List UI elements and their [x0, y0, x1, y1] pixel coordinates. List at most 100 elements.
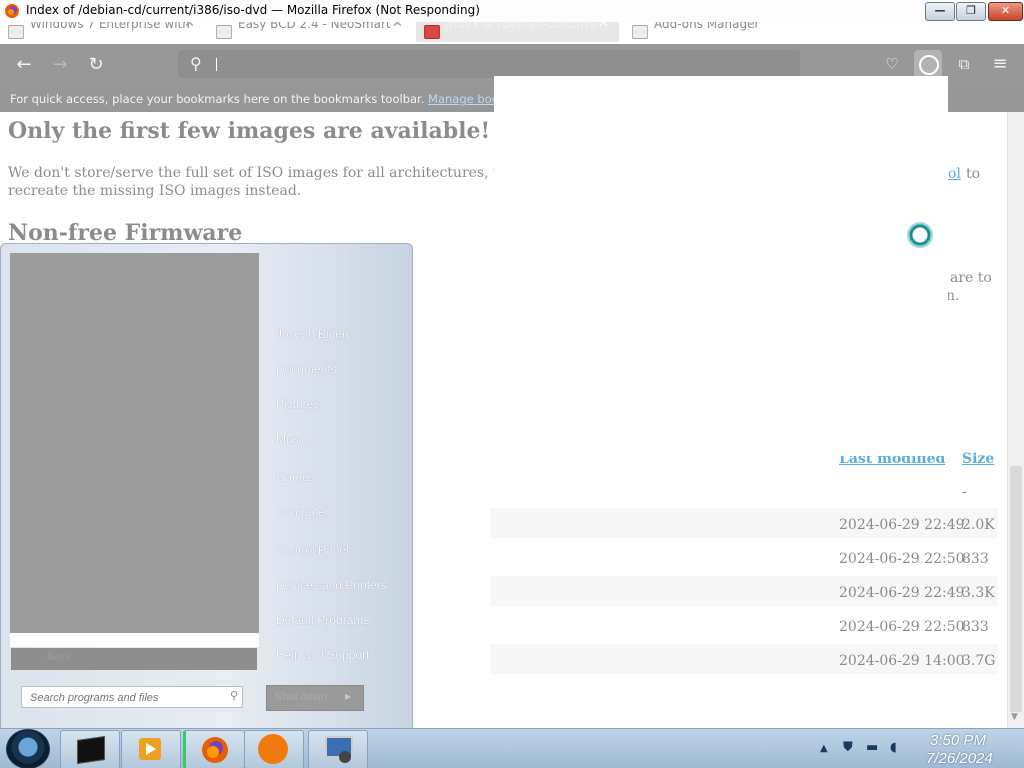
start-item-games[interactable]: Games [276, 470, 315, 484]
tab-easybcd[interactable]: Easy BCD 2.4 - NeoSmart ✕ [216, 22, 410, 42]
images-paragraph-line2: recreate the missing ISO images instead. [8, 183, 302, 199]
tab-close-icon[interactable]: ✕ [392, 22, 403, 31]
taskbar-app-avast[interactable] [244, 730, 304, 768]
row-size: 833 [962, 551, 989, 567]
scroll-down-icon[interactable]: ▼ [1011, 712, 1018, 722]
back-button[interactable]: ← [10, 52, 38, 78]
close-button[interactable]: ✕ [988, 2, 1023, 21]
tab-close-icon[interactable]: ✕ [184, 22, 195, 31]
reload-icon: ↻ [88, 54, 104, 75]
back-label: Back [47, 651, 72, 663]
shutdown-options-icon[interactable]: ▸ [345, 689, 351, 703]
minimize-button[interactable]: — [925, 2, 955, 21]
row-size: - [962, 484, 967, 500]
start-item-control-panel[interactable]: Control Panel [276, 543, 349, 557]
start-search-input[interactable] [28, 689, 222, 706]
tab-label: Easy BCD 2.4 - NeoSmart [238, 22, 391, 31]
pocket-icon: ♡ [885, 55, 899, 73]
taskbar-app-firefox[interactable] [183, 730, 245, 768]
tab-addons[interactable]: Add-ons Manager [632, 22, 832, 42]
tab-strip: Windows 7 Enterprise with ✕ Easy BCD 2.4… [0, 22, 1024, 44]
start-item-computer[interactable]: Computer [276, 505, 329, 519]
loading-overlay [494, 76, 948, 456]
start-item-music[interactable]: Music [276, 432, 307, 446]
page-icon [216, 25, 232, 39]
url-bar[interactable]: ⚲ [178, 50, 800, 78]
tab-windows7[interactable]: Windows 7 Enterprise with ✕ [8, 22, 208, 42]
shutdown-button[interactable]: Shut down ▸ [266, 685, 364, 711]
row-size: 833 [962, 619, 989, 635]
tab-close-icon[interactable]: ✕ [598, 22, 609, 31]
reload-button[interactable]: ↻ [82, 52, 110, 78]
taskbar-app-network[interactable] [308, 730, 368, 768]
maximize-icon: ❐ [966, 4, 976, 17]
start-item-default-programs[interactable]: Default Programs [276, 613, 369, 627]
start-menu-divider [10, 633, 259, 647]
tray-expand-icon[interactable]: ▲ [820, 743, 828, 754]
firefox-icon [202, 737, 228, 763]
close-icon: ✕ [1000, 4, 1011, 17]
tab-label: Index of /debian-cd/curre [446, 22, 597, 31]
puzzle-icon: ⧉ [958, 55, 970, 73]
taskbar-app-media[interactable] [121, 730, 181, 768]
start-item-pictures[interactable]: Pictures [276, 397, 319, 411]
row-size: 3.7G [962, 653, 996, 669]
start-item-documents[interactable]: Documents [276, 362, 337, 376]
row-date: 2024-06-29 22:50 [839, 619, 965, 635]
play-icon [146, 743, 156, 755]
window-title-bar[interactable]: Index of /debian-cd/current/i386/iso-dvd… [0, 0, 1024, 23]
volume-icon[interactable]: ◖ [890, 740, 897, 755]
menu-button[interactable]: ≡ [990, 54, 1010, 74]
row-date: 2024-06-29 22:49 [839, 585, 965, 601]
row-date: 2024-06-29 22:49 [839, 517, 965, 533]
bookmarks-hint: For quick access, place your bookmarks h… [10, 92, 425, 106]
shutdown-label: Shut down [275, 691, 327, 703]
row-size: 2.0K [962, 517, 995, 533]
minimize-icon: — [934, 4, 946, 17]
taskbar-app-cmd[interactable] [60, 730, 120, 768]
scrollbar-thumb[interactable] [1010, 466, 1022, 712]
debian-icon [424, 25, 440, 39]
sort-size-link[interactable]: Size [962, 451, 994, 467]
avast-icon [258, 734, 288, 764]
account-button[interactable] [914, 50, 942, 78]
firmware-paragraph-tail2: n. [946, 288, 960, 304]
forward-button[interactable]: → [46, 52, 74, 78]
start-item-help-support[interactable]: Help and Support [276, 648, 369, 662]
tab-label: Add-ons Manager [654, 22, 760, 31]
pocket-button[interactable]: ♡ [882, 54, 902, 74]
tab-label: Windows 7 Enterprise with [30, 22, 190, 31]
start-menu-programs-pane[interactable] [10, 253, 259, 633]
page-icon [8, 25, 24, 39]
network-icon[interactable]: ▬ [866, 740, 878, 755]
jigdo-tool-link[interactable]: ol [948, 166, 961, 182]
start-search-box[interactable]: ⚲ [21, 686, 243, 708]
back-arrow-icon: ← [16, 54, 32, 75]
firefox-icon [5, 4, 19, 18]
window-title: Index of /debian-cd/current/i386/iso-dvd… [26, 3, 480, 17]
search-icon: ⚲ [229, 689, 238, 702]
security-shield-icon[interactable]: ⛊ [843, 740, 853, 755]
puzzle-icon [632, 25, 648, 39]
cmd-icon [77, 736, 105, 764]
tab-debian-index[interactable]: Index of /debian-cd/curre ✕ [416, 22, 619, 42]
start-item-user[interactable]: Joseph Biden [276, 327, 349, 341]
forward-arrow-icon: → [52, 54, 68, 75]
row-date: 2024-06-29 22:50 [839, 551, 965, 567]
images-paragraph-tail: to [966, 166, 981, 182]
loading-circle-icon [919, 55, 939, 75]
maximize-button[interactable]: ❐ [956, 2, 986, 21]
search-icon: ⚲ [190, 54, 202, 73]
start-button[interactable] [6, 729, 50, 768]
row-date: 2024-06-29 14:00 [839, 653, 965, 669]
busy-spinner-icon [907, 222, 933, 248]
hamburger-icon: ≡ [992, 53, 1008, 74]
firmware-paragraph-tail1: are to [950, 270, 992, 286]
images-paragraph: We don't store/serve the full set of ISO… [8, 164, 552, 200]
start-item-devices-printers[interactable]: Devices and Printers [276, 578, 387, 592]
extensions-button[interactable]: ⧉ [954, 54, 974, 74]
text-caret [216, 58, 217, 71]
clock-time[interactable]: 3:50 PM [930, 732, 986, 749]
back-button[interactable]: Back [11, 648, 257, 670]
clock-date[interactable]: 7/26/2024 [926, 750, 993, 767]
